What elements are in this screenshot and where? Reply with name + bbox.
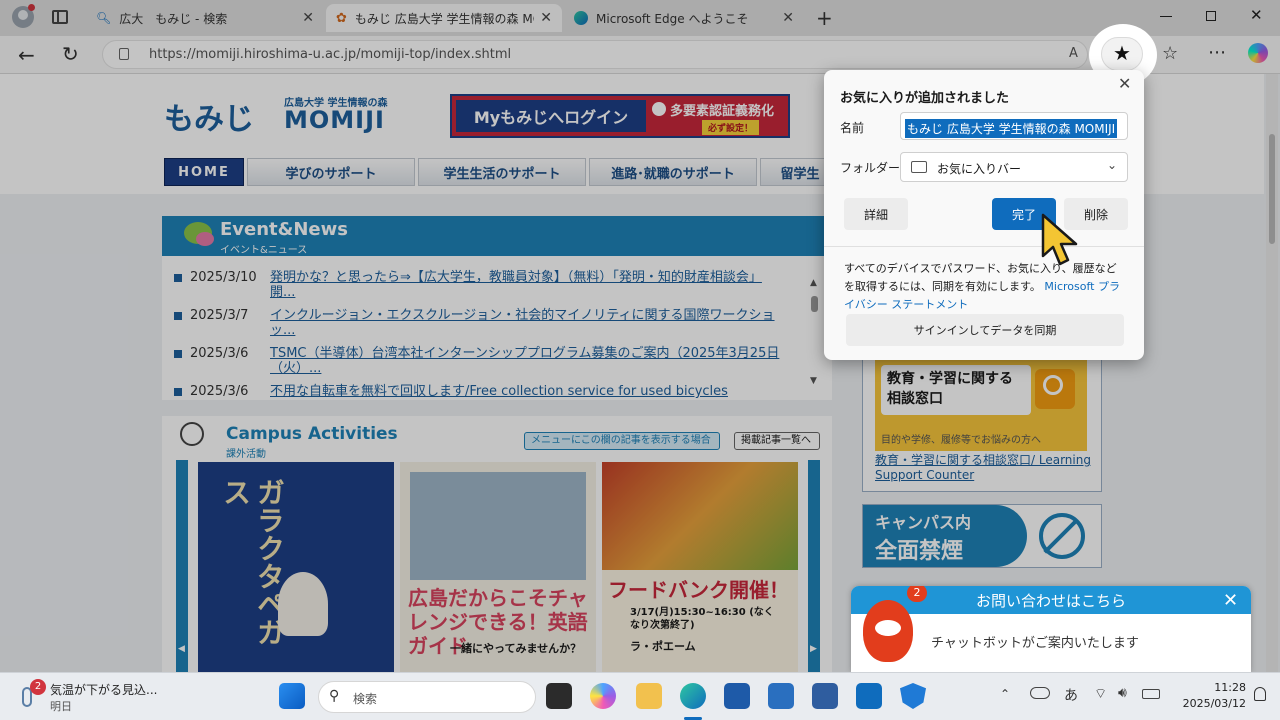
clock-time[interactable]: 11:28 (1196, 681, 1246, 694)
folder-label: フォルダー (840, 161, 901, 175)
folder-value: お気に入りバー (937, 162, 1022, 176)
windows-taskbar: 2 気温が下がる見込... 明日 ⚲ 検索 ⌃ あ ⌔ 🔊︎ 11:28 202… (0, 672, 1280, 720)
name-label: 名前 (840, 121, 865, 135)
search-placeholder: 検索 (353, 692, 378, 706)
mascot-icon (863, 600, 913, 662)
security-shield-icon[interactable] (900, 683, 926, 709)
weather-sub: 明日 (50, 700, 72, 713)
popup-divider (824, 246, 1144, 247)
folder-select[interactable]: お気に入りバー ⌄ (900, 152, 1128, 182)
edge-taskbar-icon[interactable] (680, 683, 706, 709)
chevron-down-icon: ⌄ (1107, 158, 1118, 172)
favorite-name-value: もみじ 広島大学 学生情報の森 MOMIJI (905, 119, 1118, 138)
battery-icon[interactable] (1142, 689, 1160, 699)
signin-sync-button[interactable]: サインインしてデータを同期 (846, 314, 1124, 346)
add-favorite-button[interactable]: ★ (1101, 37, 1143, 71)
onedrive-icon[interactable] (1030, 687, 1050, 699)
chatbot-widget[interactable]: お問い合わせはこちら ✕ 2 チャットボットがご案内いたします (851, 586, 1251, 672)
details-button[interactable]: 詳細 (844, 198, 908, 230)
outlook-icon[interactable] (856, 683, 882, 709)
clock-date[interactable]: 2025/03/12 (1168, 697, 1246, 710)
store-icon[interactable] (724, 683, 750, 709)
wifi-icon[interactable]: ⌔ (1094, 685, 1107, 703)
favorite-added-popup: ✕ お気に入りが追加されました 名前 もみじ 広島大学 学生情報の森 MOMIJ… (824, 70, 1144, 360)
weather-widget[interactable]: 2 (18, 679, 46, 711)
app-icon[interactable] (812, 683, 838, 709)
popup-title: お気に入りが追加されました (840, 91, 1010, 106)
favorite-name-field[interactable]: もみじ 広島大学 学生情報の森 MOMIJI (900, 112, 1128, 140)
task-view-icon[interactable] (546, 683, 572, 709)
close-chat-icon[interactable]: ✕ (1223, 590, 1238, 611)
app-icon[interactable] (768, 683, 794, 709)
file-explorer-icon[interactable] (636, 683, 662, 709)
start-button[interactable] (279, 683, 305, 709)
volume-icon[interactable]: 🔊︎ (1118, 685, 1127, 701)
weather-badge: 2 (30, 679, 46, 695)
chatbot-title: お問い合わせはこちら (975, 591, 1126, 610)
close-popup-icon[interactable]: ✕ (1118, 74, 1131, 93)
ime-icon[interactable]: あ (1064, 685, 1078, 705)
taskbar-search[interactable]: ⚲ 検索 (318, 681, 536, 713)
folder-icon (911, 161, 927, 173)
search-icon: ⚲ (329, 688, 340, 704)
star-filled-icon: ★ (1113, 41, 1131, 65)
weather-text[interactable]: 気温が下がる見込... (50, 681, 157, 698)
chatbot-message: チャットボットがご案内いたします (931, 636, 1139, 651)
mouse-cursor-icon (1041, 213, 1078, 266)
notification-bell-icon[interactable] (1254, 687, 1266, 701)
sync-description: すべてのデバイスでパスワード、お気に入り、履歴などを取得するには、同期を有効にし… (844, 260, 1124, 314)
chat-badge: 2 (907, 586, 927, 602)
chevron-up-icon[interactable]: ⌃ (1000, 687, 1010, 701)
copilot-taskbar-icon[interactable] (590, 683, 616, 709)
